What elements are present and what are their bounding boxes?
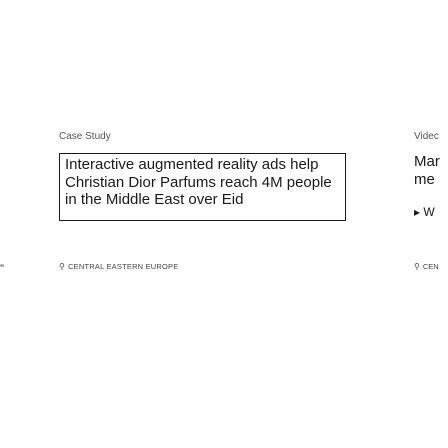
card-eyebrow: Case Study — [59, 131, 111, 142]
map-pin-icon: ⚲ — [414, 262, 420, 271]
card-location-label: CENTRAL EASTERN EUROPE — [68, 262, 179, 271]
card-headline-link[interactable]: Interactive augmented reality ads help C… — [59, 153, 346, 221]
video-watch-link[interactable]: ▸ W — [414, 205, 435, 219]
page: ” Case Study Interactive augmented reali… — [0, 0, 448, 448]
video-card-location: ⚲ CEN — [414, 262, 439, 271]
video-card-location-label: CEN — [422, 262, 439, 271]
video-card-eyebrow: Videc — [414, 131, 439, 142]
card-headline: Interactive augmented reality ads help C… — [65, 156, 332, 208]
left-card-edge-glyph: ” — [0, 262, 4, 276]
video-card-headline-line2: me — [414, 170, 435, 188]
map-pin-icon: ⚲ — [59, 262, 66, 271]
left-card-edge: ” — [0, 262, 4, 276]
card-location: ⚲ CENTRAL EASTERN EUROPE — [59, 262, 178, 271]
video-card-headline[interactable]: Mar me — [414, 153, 440, 188]
video-card-headline-line1: Mar — [414, 153, 440, 170]
